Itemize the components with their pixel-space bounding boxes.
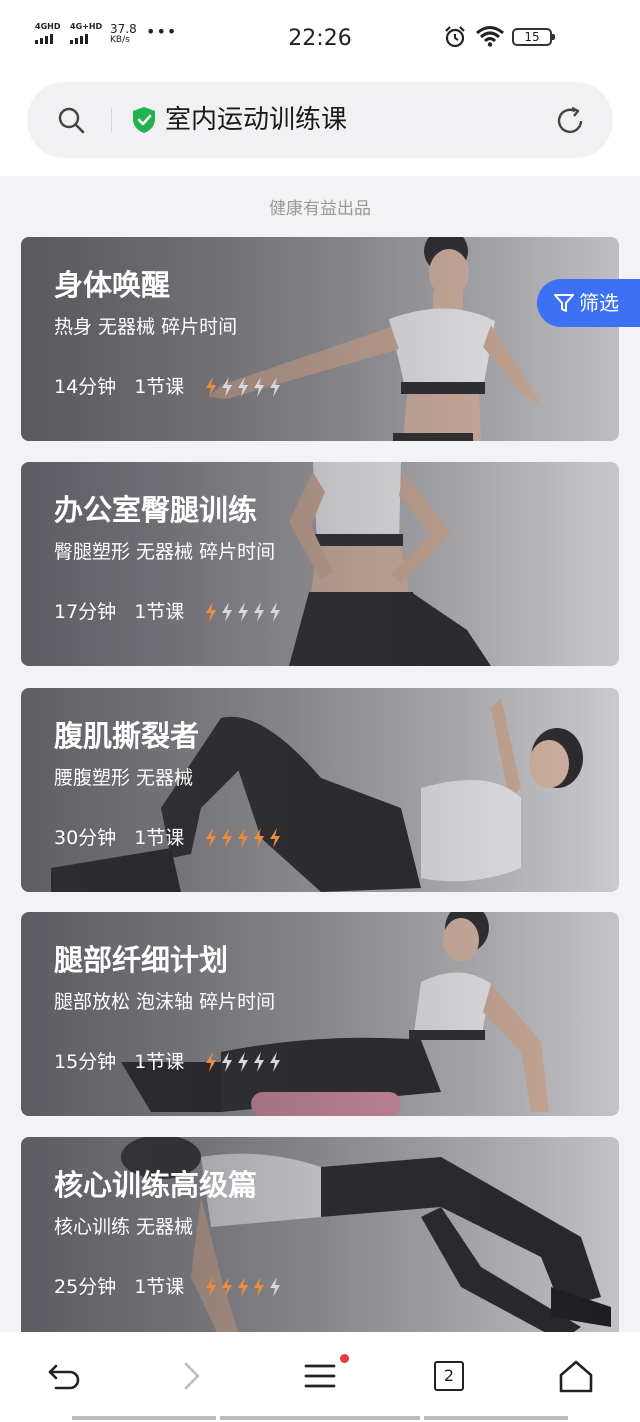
bolt-icon bbox=[222, 377, 233, 397]
course-tags: 臀腿塑形 无器械 碎片时间 bbox=[54, 541, 276, 563]
alarm-icon bbox=[445, 26, 465, 48]
course-tags: 腰腹塑形 无器械 bbox=[54, 767, 194, 789]
provider-label: 健康有益出品 bbox=[269, 199, 371, 219]
course-tags: 热身 无器械 碎片时间 bbox=[54, 316, 238, 338]
course-title: 核心训练高级篇 bbox=[54, 1168, 258, 1202]
course-title: 办公室臀腿训练 bbox=[54, 493, 258, 527]
course-duration: 17分钟 bbox=[54, 601, 117, 623]
bolt-icon bbox=[238, 377, 249, 397]
course-card[interactable]: 身体唤醒 热身 无器械 碎片时间 14分钟 1节课 bbox=[21, 237, 619, 441]
bolt-icon bbox=[254, 1277, 265, 1297]
bolt-icon bbox=[270, 828, 281, 848]
tabs-button[interactable]: 2 bbox=[434, 1361, 464, 1391]
course-lessons: 1节课 bbox=[134, 376, 185, 398]
course-lessons: 1节课 bbox=[134, 827, 185, 849]
bolt-icon bbox=[254, 602, 265, 622]
bolt-icon bbox=[270, 1277, 281, 1297]
course-meta: 17分钟 1节课 bbox=[54, 600, 282, 624]
course-meta: 30分钟 1节课 bbox=[54, 826, 282, 850]
bolt-icon bbox=[238, 1277, 249, 1297]
gesture-bar bbox=[220, 1416, 420, 1420]
notification-dot bbox=[340, 1354, 349, 1363]
bolt-icon bbox=[206, 602, 217, 622]
course-tags: 腿部放松 泡沫轴 碎片时间 bbox=[54, 991, 276, 1013]
course-title: 腿部纤细计划 bbox=[54, 943, 229, 977]
bolt-icon bbox=[206, 1052, 217, 1072]
bolt-icon bbox=[270, 377, 281, 397]
gesture-bar bbox=[424, 1416, 568, 1420]
course-tags: 核心训练 无器械 bbox=[54, 1216, 194, 1238]
course-lessons: 1节课 bbox=[134, 601, 185, 623]
course-duration: 30分钟 bbox=[54, 827, 117, 849]
course-card[interactable]: 核心训练高级篇 核心训练 无器械 25分钟 1节课 bbox=[21, 1137, 619, 1341]
bolt-icon bbox=[222, 1052, 233, 1072]
filter-button[interactable]: 筛选 bbox=[537, 279, 640, 327]
bolt-icon bbox=[254, 828, 265, 848]
menu-icon[interactable] bbox=[300, 1358, 340, 1394]
course-meta: 15分钟 1节课 bbox=[54, 1050, 282, 1074]
wifi-icon bbox=[476, 26, 504, 47]
page-title[interactable]: 室内运动训练课 bbox=[165, 104, 347, 136]
divider bbox=[111, 108, 112, 132]
course-title: 身体唤醒 bbox=[54, 268, 171, 302]
intensity-rating bbox=[204, 1276, 282, 1298]
bottom-navigation: 2 bbox=[0, 1332, 640, 1422]
course-duration: 25分钟 bbox=[54, 1276, 117, 1298]
shield-icon bbox=[133, 107, 155, 133]
course-card[interactable]: 腹肌撕裂者 腰腹塑形 无器械 30分钟 1节课 bbox=[21, 688, 619, 892]
intensity-rating bbox=[204, 1051, 282, 1073]
intensity-rating bbox=[204, 827, 282, 849]
bolt-icon bbox=[238, 828, 249, 848]
bolt-icon bbox=[206, 1277, 217, 1297]
course-meta: 25分钟 1节课 bbox=[54, 1275, 282, 1299]
course-title: 腹肌撕裂者 bbox=[54, 719, 200, 753]
course-card[interactable]: 腿部纤细计划 腿部放松 泡沫轴 碎片时间 15分钟 1节课 bbox=[21, 912, 619, 1116]
course-lessons: 1节课 bbox=[134, 1276, 185, 1298]
home-icon[interactable] bbox=[556, 1358, 596, 1394]
refresh-icon[interactable] bbox=[555, 106, 587, 136]
gesture-bar bbox=[72, 1416, 216, 1420]
bolt-icon bbox=[222, 602, 233, 622]
search-icon[interactable] bbox=[57, 106, 85, 134]
bolt-icon bbox=[270, 602, 281, 622]
back-icon[interactable] bbox=[44, 1358, 84, 1394]
bolt-icon bbox=[206, 377, 217, 397]
filter-icon bbox=[554, 294, 574, 312]
bolt-icon bbox=[254, 1052, 265, 1072]
battery-indicator: 15 bbox=[512, 28, 555, 46]
intensity-rating bbox=[204, 376, 282, 398]
course-meta: 14分钟 1节课 bbox=[54, 375, 282, 399]
filter-label: 筛选 bbox=[579, 291, 619, 315]
intensity-rating bbox=[204, 601, 282, 623]
course-card[interactable]: 办公室臀腿训练 臀腿塑形 无器械 碎片时间 17分钟 1节课 bbox=[21, 462, 619, 666]
bolt-icon bbox=[222, 1277, 233, 1297]
status-bar: 4GHD 4G+HD 37.8 KB/s ••• 22:26 15 bbox=[0, 0, 640, 72]
forward-icon[interactable] bbox=[172, 1358, 212, 1394]
bolt-icon bbox=[206, 828, 217, 848]
course-duration: 14分钟 bbox=[54, 376, 117, 398]
bolt-icon bbox=[238, 602, 249, 622]
bolt-icon bbox=[270, 1052, 281, 1072]
bolt-icon bbox=[238, 1052, 249, 1072]
course-lessons: 1节课 bbox=[134, 1051, 185, 1073]
course-duration: 15分钟 bbox=[54, 1051, 117, 1073]
bolt-icon bbox=[222, 828, 233, 848]
bolt-icon bbox=[254, 377, 265, 397]
address-bar[interactable]: 室内运动训练课 bbox=[27, 82, 613, 158]
